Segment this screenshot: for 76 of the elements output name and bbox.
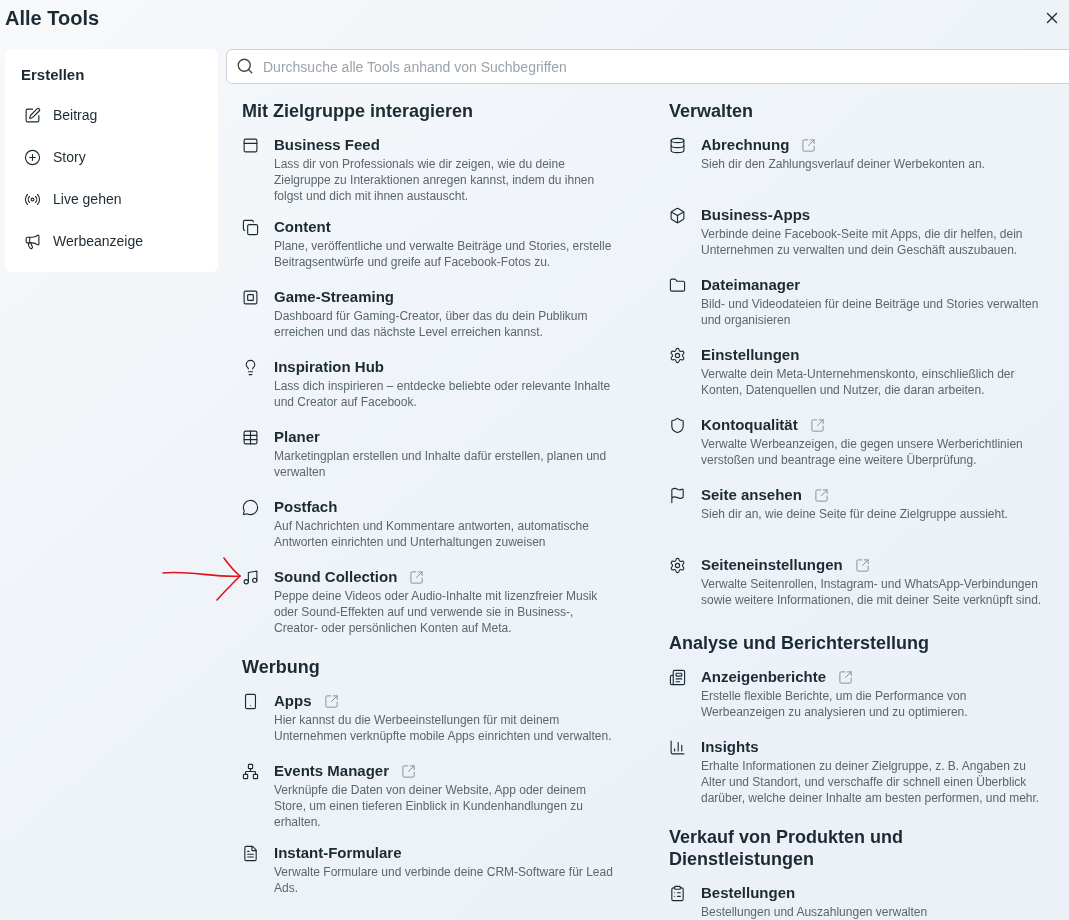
tool-link[interactable]: Postfach [274, 496, 338, 518]
bar-chart-icon [669, 739, 686, 756]
sidebar-item[interactable]: Story [21, 136, 202, 179]
phone-icon [242, 693, 259, 710]
tool-description: Plane, veröffentliche und verwalte Beiträge und Stories, erstelle Beitragsentwürfe und greife auf Facebook-Fotos zu. [274, 238, 613, 270]
sidebar-item[interactable]: Werbeanzeige [21, 220, 202, 263]
section-heading: Werbung [242, 656, 321, 678]
dialog-title: Alle Tools [5, 6, 100, 31]
tool-link[interactable]: Abrechnung [701, 134, 790, 156]
tool-description: Dashboard für Gaming-Creator, über das du dein Publikum erreichen und das nächste Level erreichen kannst. [274, 308, 589, 340]
tool-description: Bild- und Videodateien für deine Beiträge und Stories verwalten und organisieren [701, 296, 1040, 328]
tool-link[interactable]: Business Feed [274, 134, 380, 156]
tool-description: Verknüpfe die Daten von deiner Website, App oder deinem Store, um einen tieferen Einblick in Kundenhandlungen zu erhalten. [274, 782, 587, 830]
tool-link[interactable]: Game-Streaming [274, 286, 395, 308]
section-heading: Mit Zielgruppe interagieren [242, 100, 475, 122]
tool-description: Lass dich inspirieren – entdecke beliebte oder relevante Inhalte und Creator auf Facebook. [274, 378, 612, 410]
tool-description: Auf Nachrichten und Kommentare antworten, automatische Antworten einrichten und Unterhaltungen zuweisen [274, 518, 590, 550]
broadcast-icon [24, 191, 41, 208]
square-icon [242, 289, 259, 306]
tool-link[interactable]: Dateimanager [701, 274, 801, 296]
megaphone-icon [24, 233, 41, 250]
network-icon [242, 763, 259, 780]
tool-link[interactable]: Events Manager [274, 760, 390, 782]
tool-description: Peppe deine Videos oder Audio-Inhalte mit lizenzfreier Musik oder Sound-Effekten auf und verwende sie in Business-, Creator- oder persönlichen Konten auf Meta. [274, 588, 599, 636]
tool-link[interactable]: Instant-Formulare [274, 842, 402, 864]
shield-icon [669, 417, 686, 434]
section-heading: Analyse und Berichterstellung [669, 632, 931, 654]
tool-description: Verwalte Seitenrollen, Instagram- und WhatsApp-Verbindungen sowie weitere Informationen, die mit deiner Seite verknüpft sind. [701, 576, 1043, 608]
settings-icon [669, 557, 686, 574]
section-heading: Verwalten [669, 100, 755, 122]
tool-description: Marketingplan erstellen und Inhalte dafür erstellen, planen und verwalten [274, 448, 608, 480]
stacked-squares-icon [242, 219, 259, 236]
clipboard-icon [669, 885, 686, 902]
tool-description: Erstelle flexible Berichte, um die Performance von Werbeanzeigen zu analysieren und zu optimieren. [701, 688, 969, 720]
search-field[interactable]: Durchsuche alle Tools anhand von Suchbegriffen [226, 49, 1069, 84]
tool-description: Lass dir von Professionals wie dir zeigen, wie du deine Zielgruppe zu Interaktionen anregen kannst, indem du ihnen folgst und dich mit ihnen austauscht. [274, 156, 596, 204]
search-icon [236, 57, 254, 75]
tool-link[interactable]: Insights [701, 736, 759, 758]
tool-description: Hier kannst du die Werbeeinstellungen für mit deinem Unternehmen verknüpfte mobile Apps einrichten und verwalten. [274, 712, 613, 744]
tool-link[interactable]: Kontoqualität [701, 414, 798, 436]
settings-icon [669, 347, 686, 364]
tool-description: Verwalte dein Meta-Unternehmenskonto, einschließlich der Konten, Datenquellen und Nutzer, die daran arbeiten. [701, 366, 1016, 398]
sidebar-heading: Erstellen [21, 65, 86, 85]
pen-square-icon [24, 107, 41, 124]
tool-link[interactable]: Einstellungen [701, 344, 800, 366]
tool-link[interactable]: Seite ansehen [701, 484, 802, 506]
tool-description: Sieh dir den Zahlungsverlauf deiner Werbekonten an. [701, 156, 985, 172]
tool-description: Verbinde deine Facebook-Seite mit Apps, die dir helfen, dein Unternehmen zu verwalten und dein Geschäft auszubauen. [701, 226, 1024, 258]
music-note-icon [242, 569, 259, 586]
cube-icon [669, 207, 686, 224]
folder-icon [669, 277, 686, 294]
tool-description: Bestellungen und Auszahlungen verwalten [701, 904, 928, 920]
tool-link[interactable]: Bestellungen [701, 882, 796, 904]
panel-icon [242, 137, 259, 154]
tool-link[interactable]: Business-Apps [701, 204, 811, 226]
tool-description: Verwalte Formulare und verbinde deine CRM-Software für Lead Ads. [274, 864, 614, 896]
tool-link[interactable]: Seiteneinstellungen [701, 554, 843, 576]
chat-bubble-icon [242, 499, 259, 516]
tool-link[interactable]: Planer [274, 426, 320, 448]
document-icon [242, 845, 259, 862]
table-icon [242, 429, 259, 446]
tool-link[interactable]: Content [274, 216, 331, 238]
tool-link[interactable]: Anzeigenberichte [701, 666, 827, 688]
plus-circle-icon [24, 149, 41, 166]
report-icon [669, 669, 686, 686]
sidebar-item[interactable]: Beitrag [21, 94, 202, 137]
database-icon [669, 137, 686, 154]
section-heading: Verkauf von Produkten und Dienstleistungen [669, 826, 905, 870]
tool-link[interactable]: Apps [274, 690, 312, 712]
tool-link[interactable]: Inspiration Hub [274, 356, 384, 378]
flag-icon [669, 487, 686, 504]
tool-description: Verwalte Werbeanzeigen, die gegen unsere Werberichtlinien verstoßen und beantrage eine weitere Überprüfung. [701, 436, 1024, 468]
tool-link[interactable]: Sound Collection [274, 566, 398, 588]
tool-description: Erhalte Informationen zu deiner Zielgruppe, z. B. Angaben zu Alter und Standort, und verschaffe dir schnell einen Überblick darüber, welche deiner Inhalte am besten performen, und mehr. [701, 758, 1041, 806]
tool-description: Sieh dir an, wie deine Seite für deine Zielgruppe aussieht. [701, 506, 1008, 522]
sidebar-item[interactable]: Live gehen [21, 178, 202, 221]
